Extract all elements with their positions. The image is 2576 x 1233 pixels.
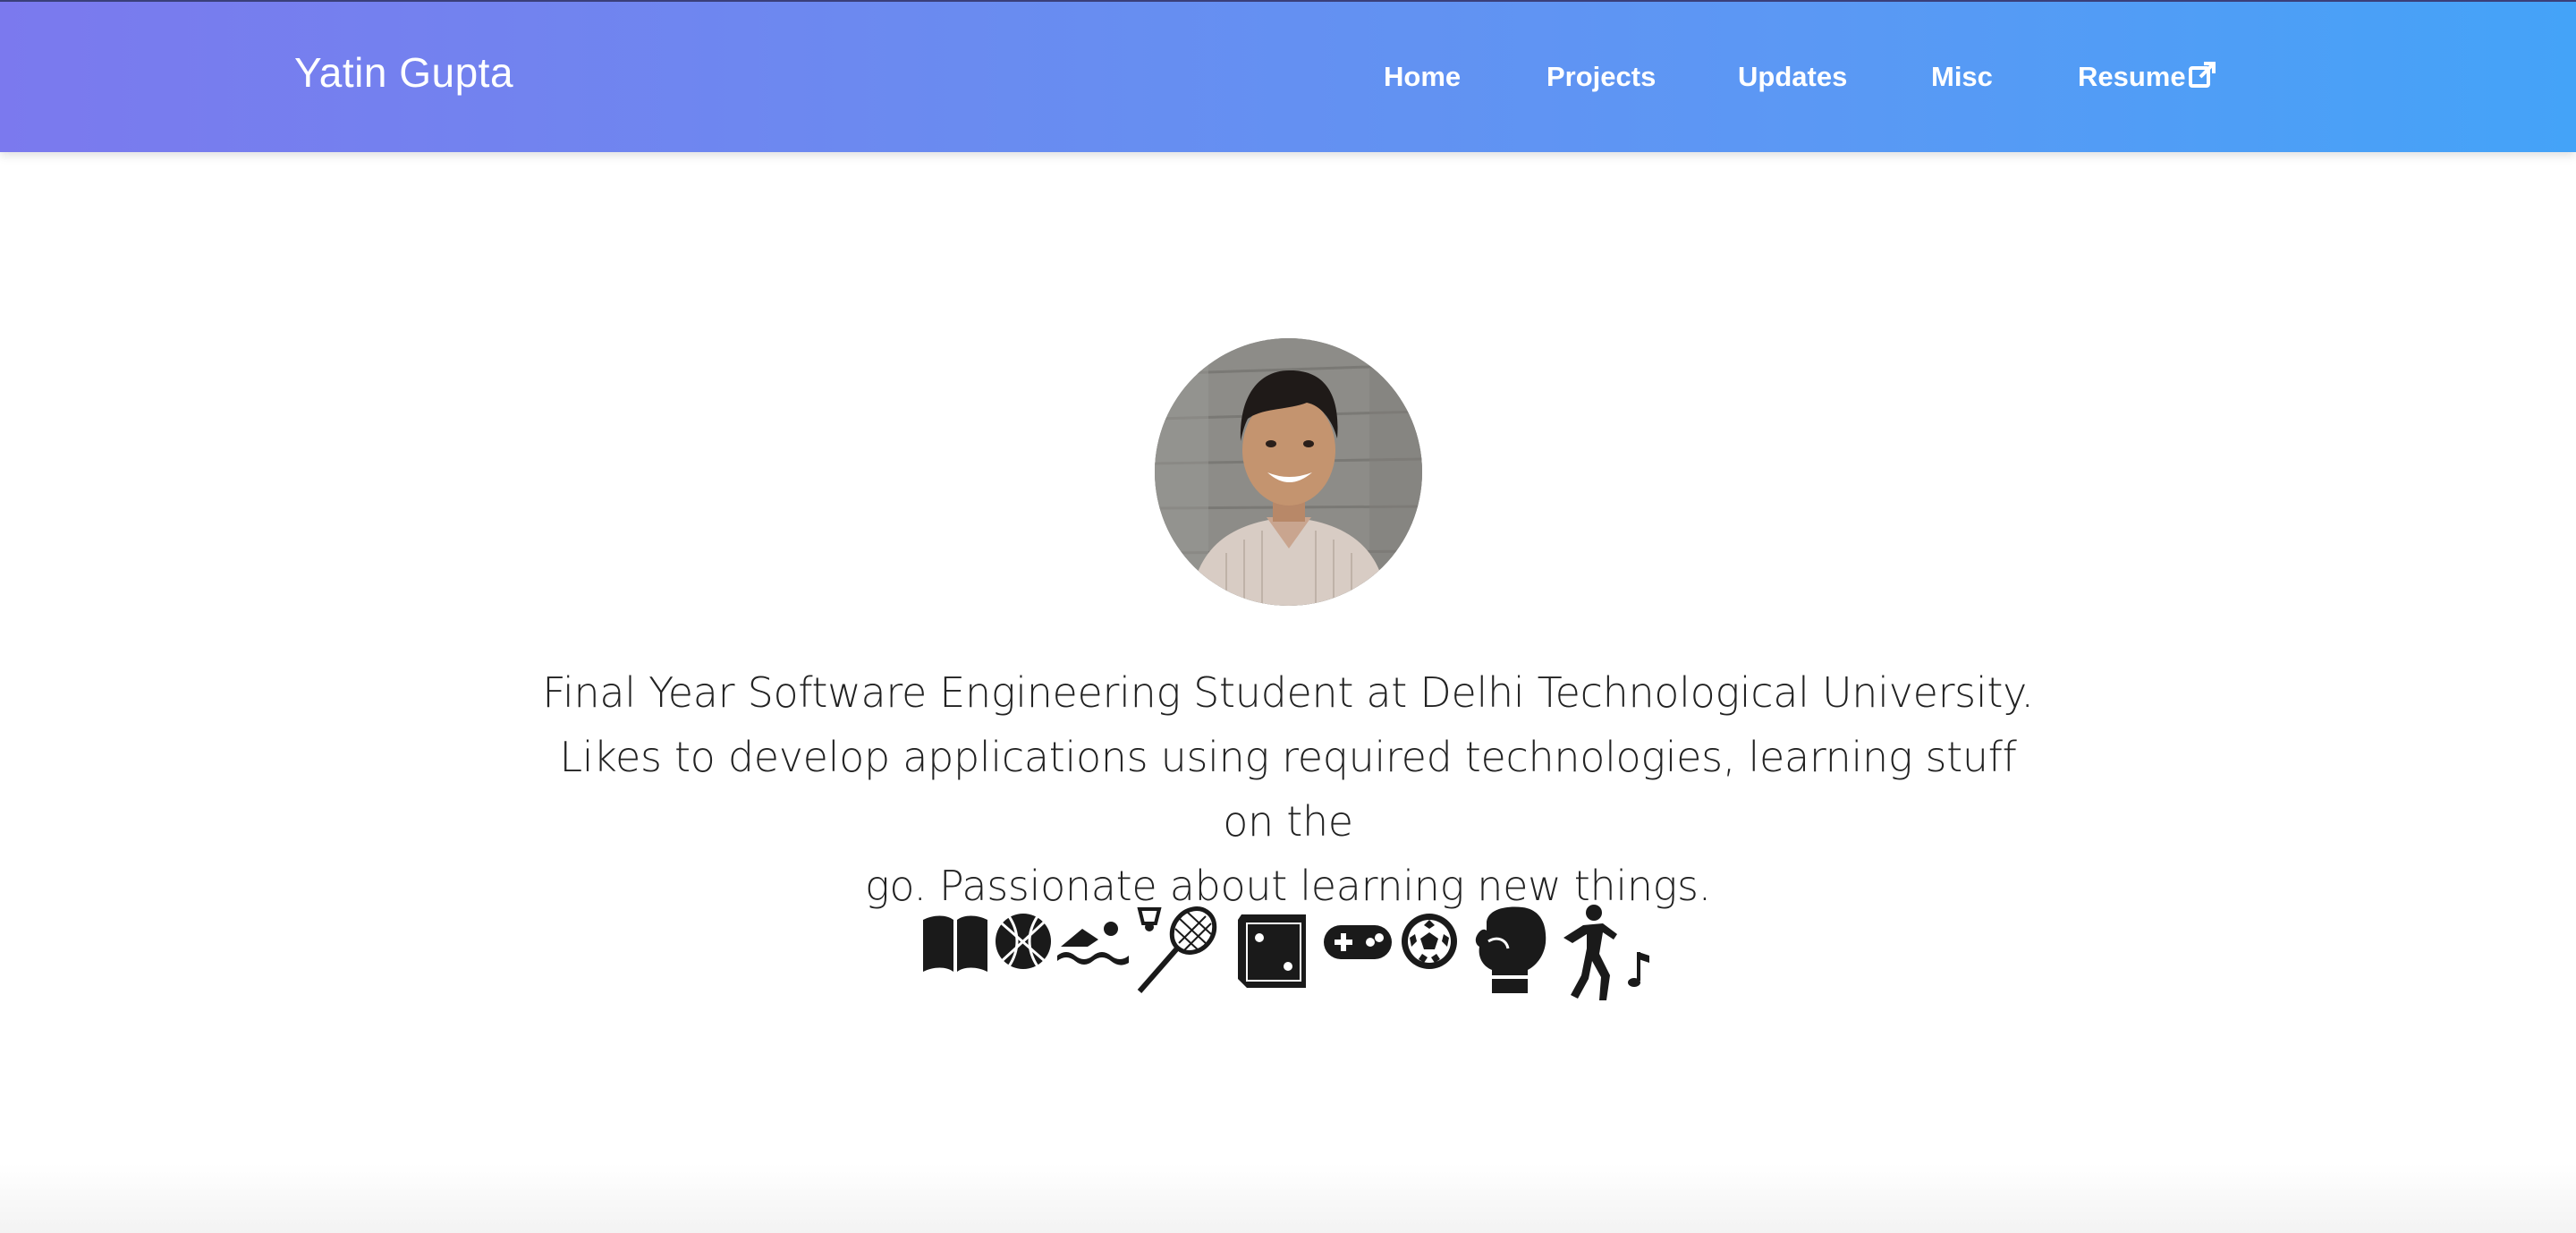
basketball-icon: [993, 911, 1054, 976]
nav-updates-link[interactable]: Updates: [1738, 61, 1847, 93]
dice-icon: [1234, 911, 1311, 996]
intro-line: Likes to develop applications using requ…: [559, 733, 2017, 846]
soccer-ball-icon: [1399, 911, 1460, 976]
badminton-icon: [1132, 904, 1218, 1001]
intro-line: Final Year Software Engineering Student …: [542, 668, 2034, 717]
nav-misc-link[interactable]: Misc: [1931, 61, 1993, 93]
book-icon: [921, 913, 989, 980]
nav-home-link[interactable]: Home: [1384, 61, 1461, 93]
gamepad-icon: [1322, 922, 1394, 967]
top-navbar: Yatin Gupta Home Projects Updates Misc R…: [0, 0, 2576, 152]
hobbies-icons-row: [921, 904, 1655, 1002]
boxing-glove-icon: [1470, 904, 1551, 1001]
external-link-icon: [2188, 61, 2216, 97]
bottom-section-edge: [0, 1163, 2576, 1233]
swimming-icon: [1055, 916, 1131, 971]
nav-links: Home Projects Updates Misc Resume: [0, 61, 2576, 97]
intro-text: Final Year Software Engineering Student …: [537, 660, 2039, 918]
profile-photo: [1155, 338, 1422, 606]
nav-projects-link[interactable]: Projects: [1546, 61, 1656, 93]
dancing-icon: [1560, 904, 1655, 1007]
nav-resume-link[interactable]: Resume: [2078, 61, 2216, 97]
resume-label: Resume: [2078, 61, 2186, 92]
